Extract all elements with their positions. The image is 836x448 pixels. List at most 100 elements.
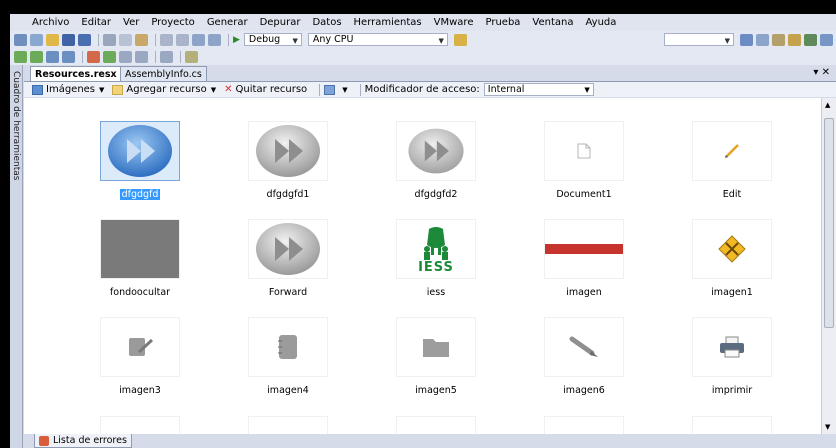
menu-vmware[interactable]: VMware xyxy=(434,17,474,28)
resource-name-text: imagen5 xyxy=(415,385,457,396)
start-page-icon[interactable] xyxy=(804,33,817,46)
resource-item[interactable]: Forward xyxy=(224,211,334,306)
menu-editar[interactable]: Editar xyxy=(81,17,111,28)
resource-item[interactable]: imagen3 xyxy=(76,309,186,404)
menu-ventana[interactable]: Ventana xyxy=(532,17,573,28)
close-icon[interactable]: ✕ xyxy=(822,67,830,78)
chevron-down-icon: ▼ xyxy=(99,85,105,94)
resource-item[interactable]: dfgdgfd2 xyxy=(372,113,482,208)
resource-thumbnail[interactable] xyxy=(396,416,476,434)
resource-item[interactable]: dfgdgfd1 xyxy=(224,113,334,208)
comment-icon[interactable] xyxy=(160,50,173,63)
deploy-icon[interactable] xyxy=(62,50,75,63)
resource-name-text: imagen6 xyxy=(563,385,605,396)
menu-ayuda[interactable]: Ayuda xyxy=(586,17,617,28)
resource-name: dfgdgfd2 xyxy=(372,189,500,200)
cancel-build-icon[interactable] xyxy=(87,50,100,63)
toolbar-separator xyxy=(82,50,83,63)
menu-archivo[interactable]: Archivo xyxy=(32,17,69,28)
scrollbar-thumb[interactable] xyxy=(824,118,834,328)
ide-window: Archivo Editar Ver Proyecto Generar Depu… xyxy=(10,14,836,448)
find-combo[interactable]: ▼ xyxy=(664,33,734,46)
navigate-back-icon[interactable] xyxy=(192,33,205,46)
toolbox-icon[interactable] xyxy=(788,33,801,46)
resource-item[interactable]: fondoocultar xyxy=(76,211,186,306)
properties-icon[interactable] xyxy=(756,33,769,46)
menu-ver[interactable]: Ver xyxy=(123,17,139,28)
other-windows-icon[interactable] xyxy=(820,33,833,46)
platform-combo[interactable]: Any CPU ▼ xyxy=(307,33,448,46)
menu-prueba[interactable]: Prueba xyxy=(485,17,520,28)
menu-datos[interactable]: Datos xyxy=(312,17,341,28)
rebuild-icon[interactable] xyxy=(30,50,43,63)
resource-name: imagen3 xyxy=(76,385,204,396)
scroll-up-icon[interactable]: ▲ xyxy=(825,101,830,109)
standard-toolbar: ▶ Debug ▼ Any CPU ▼ ▼ xyxy=(10,31,836,48)
forward-blue-icon xyxy=(108,125,172,177)
chevron-down-icon: ▼ xyxy=(584,86,590,94)
new-project-icon[interactable] xyxy=(14,33,27,46)
undo-icon[interactable] xyxy=(160,33,173,46)
resource-name-text: imagen4 xyxy=(267,385,309,396)
resource-item[interactable]: Document1 xyxy=(520,113,630,208)
resource-item[interactable]: imagen5 xyxy=(372,309,482,404)
folder-icon xyxy=(423,339,449,357)
resource-thumbnail[interactable] xyxy=(692,416,772,434)
start-debug-icon[interactable]: ▶ xyxy=(233,35,240,45)
redo-icon[interactable] xyxy=(176,33,189,46)
config-combo[interactable]: Debug ▼ xyxy=(243,33,302,46)
copy-icon[interactable] xyxy=(119,33,132,46)
run-icon[interactable] xyxy=(103,50,116,63)
tab-assemblyinfo-cs[interactable]: AssemblyInfo.cs xyxy=(120,66,207,81)
resource-name-text: dfgdgfd2 xyxy=(414,189,458,200)
open-folder-icon[interactable] xyxy=(46,33,59,46)
access-modifier-combo[interactable]: Internal ▼ xyxy=(483,83,594,96)
tab-dropdown-icon[interactable]: ▾ xyxy=(813,67,818,78)
save-icon[interactable] xyxy=(62,33,75,46)
menu-generar[interactable]: Generar xyxy=(207,17,248,28)
outdent-icon[interactable] xyxy=(135,50,148,63)
chevron-down-icon: ▼ xyxy=(292,37,298,45)
resource-name: imagen5 xyxy=(372,385,500,396)
bookmark-icon[interactable] xyxy=(185,50,198,63)
toolbox-sidebar[interactable]: Cuadro de herramientas xyxy=(10,65,23,448)
resource-item[interactable]: imagen1 xyxy=(668,211,778,306)
cut-icon[interactable] xyxy=(103,33,116,46)
publish-icon[interactable] xyxy=(46,50,59,63)
remove-resource-button[interactable]: ✕ Quitar recurso xyxy=(224,84,307,95)
tab-resources-resx[interactable]: Resources.resx xyxy=(30,66,122,81)
build-icon[interactable] xyxy=(14,50,27,63)
resource-item[interactable]: dfgdgfd xyxy=(76,113,186,208)
object-browser-icon[interactable] xyxy=(772,33,785,46)
resource-item[interactable]: imagen6 xyxy=(520,309,630,404)
resource-item[interactable]: imagen xyxy=(520,211,630,306)
navigate-forward-icon[interactable] xyxy=(208,33,221,46)
menu-depurar[interactable]: Depurar xyxy=(260,17,301,28)
paste-icon[interactable] xyxy=(135,33,148,46)
toolbar-separator xyxy=(98,33,99,46)
tab-error-list[interactable]: Lista de errores xyxy=(34,434,132,448)
images-dropdown[interactable]: Imágenes ▼ xyxy=(32,84,104,95)
resource-item[interactable]: imagen4 xyxy=(224,309,334,404)
resource-thumbnail[interactable] xyxy=(248,416,328,434)
resource-name-text: dfgdgfd xyxy=(119,189,161,200)
resource-thumbnail[interactable] xyxy=(544,416,624,434)
resource-item[interactable]: imprimir xyxy=(668,309,778,404)
document-icon xyxy=(577,143,591,159)
menu-herramientas[interactable]: Herramientas xyxy=(354,17,422,28)
resource-item[interactable]: Edit xyxy=(668,113,778,208)
resource-name-text: dfgdgfd1 xyxy=(266,189,310,200)
vertical-scrollbar[interactable]: ▲ ▼ xyxy=(821,98,836,434)
resource-item[interactable]: IESS iess xyxy=(372,211,482,306)
find-icon[interactable] xyxy=(453,33,467,46)
resource-name-text: Document1 xyxy=(556,189,612,200)
save-all-icon[interactable] xyxy=(78,33,91,46)
view-dropdown[interactable]: ▼ xyxy=(324,84,348,95)
resource-thumbnail[interactable] xyxy=(100,416,180,434)
scroll-down-icon[interactable]: ▼ xyxy=(825,423,830,431)
menu-proyecto[interactable]: Proyecto xyxy=(151,17,194,28)
add-item-icon[interactable] xyxy=(30,33,43,46)
solution-explorer-icon[interactable] xyxy=(740,33,753,46)
indent-icon[interactable] xyxy=(119,50,132,63)
add-resource-button[interactable]: Agregar recurso ▼ xyxy=(112,84,216,95)
